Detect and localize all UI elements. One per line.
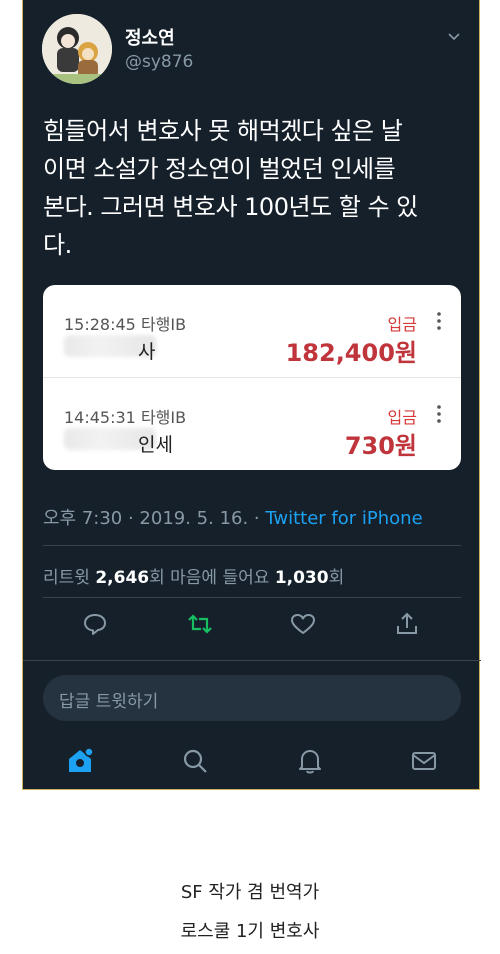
retweet-icon[interactable] xyxy=(186,610,214,638)
reply-icon[interactable] xyxy=(81,610,109,638)
divider xyxy=(43,597,461,598)
more-icon xyxy=(437,405,441,423)
user-handle[interactable]: @sy876 xyxy=(125,52,193,72)
more-icon xyxy=(437,312,441,330)
transaction-name: 사 xyxy=(138,341,156,363)
share-icon[interactable] xyxy=(393,610,421,638)
bottom-tab-bar xyxy=(23,740,481,784)
heart-icon[interactable] xyxy=(289,610,317,638)
tweet-source-link[interactable]: Twitter for iPhone xyxy=(265,508,422,529)
tweet-datetime: 오후 7:30 · 2019. 5. 16. · xyxy=(43,508,266,529)
like-unit: 회 xyxy=(328,568,345,588)
tweet-timestamp: 오후 7:30 · 2019. 5. 16. · Twitter for iPh… xyxy=(43,504,423,530)
caption-line-2: 로스쿨 1기 변호사 xyxy=(180,921,320,942)
retweet-unit: 회 xyxy=(149,568,171,588)
transaction-amount: 182,400원 xyxy=(285,339,417,367)
retweet-count[interactable]: 2,646 xyxy=(95,568,149,588)
transaction-amount: 730원 xyxy=(344,432,417,460)
search-icon[interactable] xyxy=(180,746,210,776)
chevron-down-icon[interactable] xyxy=(447,30,461,44)
tweet-text: 힘들어서 변호사 못 해먹겠다 싶은 날 이면 소설가 정소연이 벌었던 인세를… xyxy=(43,117,418,259)
display-name[interactable]: 정소연 xyxy=(125,24,175,50)
transaction-time: 14:45:31 타행IB xyxy=(64,408,187,427)
avatar[interactable] xyxy=(42,14,112,84)
reply-placeholder: 답글 트윗하기 xyxy=(59,692,159,712)
list-item: 15:28:45 타행IB 사 입금 182,400원 xyxy=(43,285,461,377)
like-count[interactable]: 1,030 xyxy=(275,568,329,588)
bank-screenshot: 15:28:45 타행IB 사 입금 182,400원 14:45:31 타행I… xyxy=(43,285,461,470)
caption-line-1: SF 작가 겸 번역가 xyxy=(180,882,320,903)
tweet-screen: 정소연 @sy876 힘들어서 변호사 못 해먹겠다 싶은 날 이면 소설가 정… xyxy=(22,0,481,790)
transaction-name: 인세 xyxy=(138,434,173,456)
transaction-type: 입금 xyxy=(387,408,417,427)
retweet-label: 리트윗 xyxy=(43,568,96,588)
home-icon[interactable] xyxy=(65,746,95,776)
like-label: 마음에 들어요 xyxy=(170,568,275,588)
divider xyxy=(23,660,481,661)
divider xyxy=(43,545,461,546)
transaction-type: 입금 xyxy=(387,315,417,334)
tweet-stats: 리트윗 2,646회 마음에 들어요 1,030회 xyxy=(43,563,344,588)
list-item: 14:45:31 타행IB 인세 입금 730원 xyxy=(43,378,461,470)
mail-icon[interactable] xyxy=(409,746,439,776)
reply-input[interactable]: 답글 트윗하기 xyxy=(43,675,461,721)
tweet-actions xyxy=(23,610,481,644)
transaction-time: 15:28:45 타행IB xyxy=(64,315,187,334)
bell-icon[interactable] xyxy=(295,746,325,776)
